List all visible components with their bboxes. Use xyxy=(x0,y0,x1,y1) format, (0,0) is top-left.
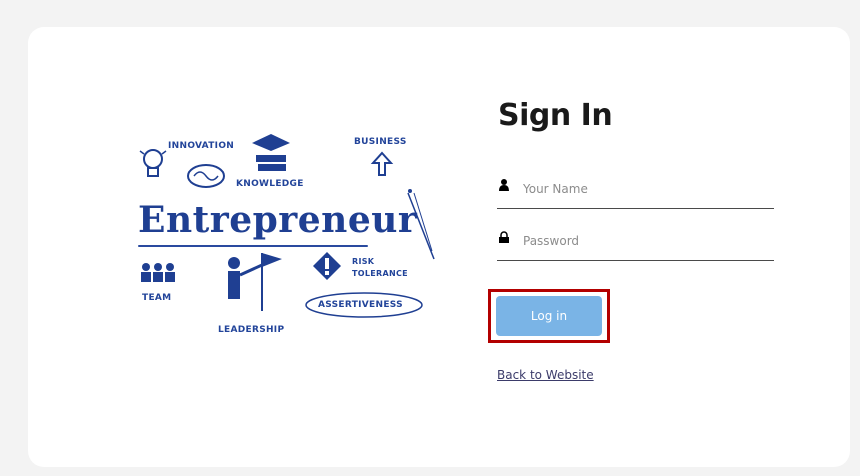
team-label: TEAM xyxy=(142,293,172,303)
login-highlight-frame: Log in xyxy=(488,289,610,343)
entrepreneur-word: Entrepreneur xyxy=(138,199,418,241)
innovation-label: INNOVATION xyxy=(168,141,235,151)
name-field[interactable] xyxy=(497,174,775,209)
login-card: INNOVATION KNOWLEDGE BUSINESS Entreprene… xyxy=(28,27,850,467)
entrepreneur-illustration: INNOVATION KNOWLEDGE BUSINESS Entreprene… xyxy=(126,111,446,341)
lightbulb-icon xyxy=(139,149,167,177)
name-input[interactable] xyxy=(521,174,775,204)
user-icon xyxy=(499,179,509,191)
arrow-up-icon xyxy=(370,151,394,176)
knowledge-label: KNOWLEDGE xyxy=(236,179,304,189)
brain-icon xyxy=(187,164,225,188)
graduation-cap-icon xyxy=(252,134,290,171)
assertiveness-label: ASSERTIVENESS xyxy=(318,300,403,310)
team-icon xyxy=(141,263,175,282)
tolerance-label: TOLERANCE xyxy=(352,269,408,278)
business-label: BUSINESS xyxy=(354,137,407,147)
login-button[interactable]: Log in xyxy=(496,296,602,336)
back-to-website-link[interactable]: Back to Website xyxy=(497,368,594,382)
leader-flag-icon xyxy=(228,253,282,311)
password-field[interactable] xyxy=(497,226,775,261)
risk-label: RISK xyxy=(352,257,375,266)
password-input[interactable] xyxy=(521,226,775,256)
entrepreneur-underline xyxy=(138,245,368,247)
lock-icon xyxy=(499,231,509,243)
risk-warning-icon xyxy=(313,252,341,280)
leadership-label: LEADERSHIP xyxy=(218,325,285,335)
page-title: Sign In xyxy=(498,98,613,133)
